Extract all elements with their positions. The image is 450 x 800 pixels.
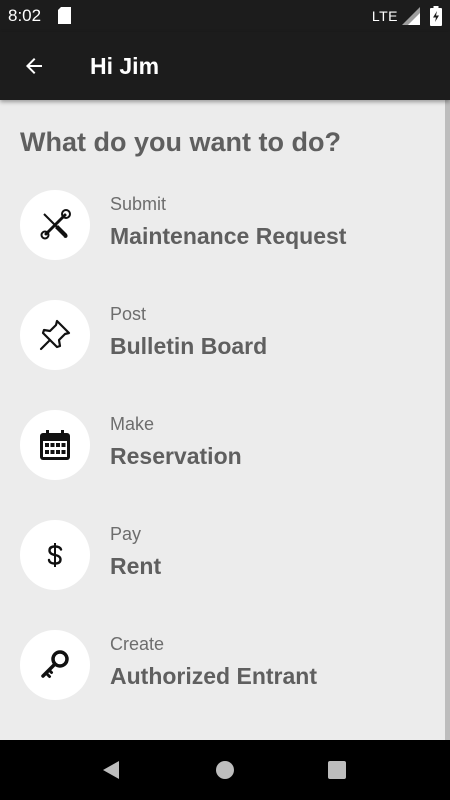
- battery-charging-icon: [430, 6, 442, 26]
- signal-strength-icon: [402, 7, 420, 25]
- menu-item-text: Post Bulletin Board: [110, 302, 267, 362]
- network-type: LTE: [371, 8, 398, 24]
- menu-item-bulletin-board[interactable]: Post Bulletin Board: [0, 290, 445, 400]
- icon-circle: [20, 630, 90, 700]
- status-indicators: LTE: [372, 6, 442, 26]
- menu-item-text: Make Reservation: [110, 412, 242, 472]
- menu-item-label: Authorized Entrant: [110, 663, 317, 689]
- page-title: Hi Jim: [90, 53, 160, 79]
- scrollbar[interactable]: [445, 100, 450, 740]
- menu-item-label: Maintenance Request: [110, 223, 347, 249]
- app-bar: Hi Jim: [0, 32, 450, 100]
- menu-item-rent[interactable]: Pay Rent: [0, 510, 445, 620]
- system-navigation-bar: [0, 740, 450, 800]
- status-time: 8:02: [8, 6, 42, 25]
- menu-item-action: Submit: [110, 194, 167, 214]
- menu-item-action: Create: [110, 634, 165, 654]
- menu-item-text: Create Authorized Entrant: [110, 632, 317, 692]
- arrow-left-icon: [26, 58, 42, 74]
- section-heading: What do you want to do?: [20, 127, 341, 157]
- icon-circle: [20, 520, 90, 590]
- dollar-icon: [47, 543, 63, 567]
- action-list: Submit Maintenance Request Post Bulletin…: [0, 180, 445, 730]
- back-triangle-icon[interactable]: [99, 758, 123, 782]
- home-circle-icon[interactable]: [213, 758, 237, 782]
- calendar-icon: [40, 430, 70, 460]
- sd-card-icon: [58, 7, 71, 24]
- key-icon: [41, 650, 69, 678]
- menu-item-reservation[interactable]: Make Reservation: [0, 400, 445, 510]
- pushpin-icon: [39, 319, 71, 351]
- menu-item-label: Rent: [110, 553, 162, 579]
- icon-circle: [20, 410, 90, 480]
- recents-square-icon[interactable]: [325, 758, 349, 782]
- menu-item-text: Pay Rent: [110, 522, 161, 582]
- menu-item-maintenance-request[interactable]: Submit Maintenance Request: [0, 180, 445, 290]
- icon-circle: [20, 300, 90, 370]
- status-bar: 8:02 LTE: [0, 0, 450, 32]
- menu-item-label: Bulletin Board: [110, 333, 268, 359]
- tools-icon: [40, 209, 71, 240]
- menu-item-action: Pay: [110, 524, 142, 544]
- icon-circle: [20, 190, 90, 260]
- menu-item-action: Make: [110, 414, 155, 434]
- menu-item-text: Submit Maintenance Request: [110, 192, 346, 252]
- menu-item-authorized-entrant[interactable]: Create Authorized Entrant: [0, 620, 445, 730]
- menu-item-action: Post: [110, 304, 147, 324]
- menu-item-label: Reservation: [110, 443, 242, 469]
- back-button[interactable]: [14, 46, 54, 86]
